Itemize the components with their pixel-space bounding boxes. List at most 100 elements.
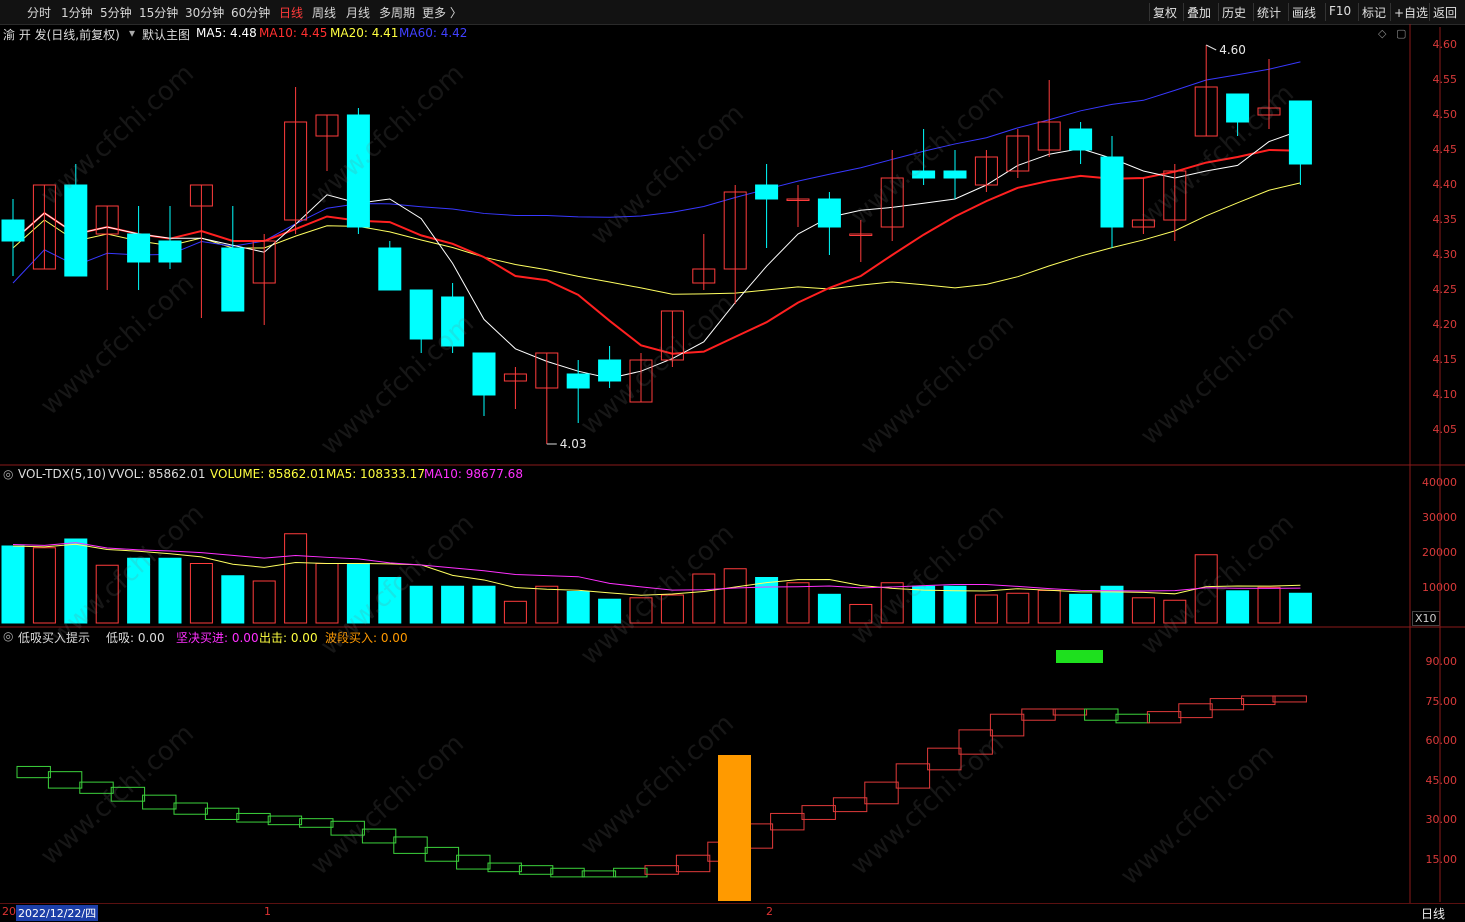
toolbar-button-7[interactable]: +自选 <box>1394 4 1428 21</box>
toolbar-button-4[interactable]: 画线 <box>1292 4 1316 21</box>
candle-body <box>409 289 433 340</box>
volume-bar <box>252 580 276 624</box>
toolbar-button-8[interactable]: 返回 <box>1433 4 1457 21</box>
volume-bar <box>284 533 308 624</box>
volume-bar <box>1069 593 1093 624</box>
candle-body <box>127 233 151 263</box>
volume-bar <box>95 564 119 624</box>
indicator-box <box>330 820 365 836</box>
candle-body <box>346 114 370 228</box>
toolbar-button-0[interactable]: 复权 <box>1153 4 1177 21</box>
volume-bar <box>315 563 339 624</box>
tab-period-10[interactable]: 更多 〉 <box>422 4 462 21</box>
indicator-box <box>1241 695 1276 706</box>
volume-bar <box>692 573 716 624</box>
candle-body <box>1 219 25 242</box>
toolbar-button-1[interactable]: 叠加 <box>1187 4 1211 21</box>
volume-bar <box>1006 592 1030 624</box>
toolbar-separator <box>1288 3 1289 21</box>
volume-bar <box>346 563 370 624</box>
toolbar-separator <box>1149 3 1150 21</box>
volume-bar <box>629 597 653 624</box>
tab-period-4[interactable]: 30分钟 <box>185 4 224 21</box>
tab-period-3[interactable]: 15分钟 <box>139 4 178 21</box>
tab-period-1[interactable]: 1分钟 <box>61 4 93 21</box>
volume-bar <box>503 600 527 624</box>
indicator-box <box>110 786 146 802</box>
indicator-box <box>1021 708 1056 721</box>
indicator-box <box>16 765 51 779</box>
indicator-box <box>644 865 679 875</box>
volume-bar <box>1257 586 1281 624</box>
volume-bar <box>660 594 684 624</box>
candle-body <box>1226 93 1250 123</box>
indicator-box <box>424 846 460 862</box>
candle-body <box>943 170 967 179</box>
chart-canvas[interactable]: 4.60 4.03 <box>0 24 1465 905</box>
indicator-box <box>1146 711 1182 724</box>
tab-period-7[interactable]: 周线 <box>312 4 336 21</box>
volume-bar <box>723 568 747 624</box>
volume-bar <box>974 594 998 624</box>
candle-body <box>64 184 88 277</box>
toolbar-button-3[interactable]: 统计 <box>1257 4 1281 21</box>
cursor-date: 2022/12/22/四 <box>16 905 99 921</box>
indicator-box <box>487 862 522 873</box>
indicator-box <box>675 854 711 873</box>
volume-bar <box>472 585 496 624</box>
toolbar-separator <box>1390 3 1391 21</box>
candle-body <box>378 247 402 291</box>
tab-period-5[interactable]: 60分钟 <box>231 4 270 21</box>
indicator-box <box>518 865 554 875</box>
toolbar-separator <box>1183 3 1184 21</box>
indicator-box <box>989 713 1025 737</box>
toolbar-button-5[interactable]: F10 <box>1329 4 1351 18</box>
indicator-box <box>1209 698 1245 711</box>
tab-period-2[interactable]: 5分钟 <box>100 4 132 21</box>
volume-bar <box>64 538 88 624</box>
volume-bar <box>943 585 967 624</box>
indicator-box <box>47 771 83 789</box>
candle-body <box>598 359 622 382</box>
indicator-box <box>550 867 585 878</box>
period-indicator[interactable]: 日线 <box>1421 905 1445 922</box>
volume-bar <box>912 585 936 624</box>
indicator-box <box>581 870 617 878</box>
volume-bar <box>441 585 465 624</box>
indicator-box <box>299 818 334 828</box>
indicator-box <box>613 867 648 878</box>
toolbar-button-2[interactable]: 历史 <box>1222 4 1246 21</box>
year-prefix: 20 <box>2 905 16 918</box>
volume-bar <box>127 557 151 624</box>
month-marker-1: 1 <box>264 905 271 918</box>
tab-period-0[interactable]: 分时 <box>27 4 51 21</box>
toolbar-button-6[interactable]: 标记 <box>1362 4 1386 21</box>
indicator-box <box>79 781 114 794</box>
indicator-box <box>173 802 208 815</box>
volume-bar <box>817 593 841 624</box>
tab-period-6[interactable]: 日线 <box>279 4 303 21</box>
candle-body <box>1288 100 1312 165</box>
candle-body <box>912 170 936 179</box>
volume-bar <box>786 582 810 624</box>
volume-bar <box>1131 597 1155 624</box>
candle-body <box>221 247 245 312</box>
indicator-box <box>142 794 177 810</box>
indicator-box <box>1178 703 1213 719</box>
toolbar-separator <box>1325 3 1326 21</box>
tab-period-9[interactable]: 多周期 <box>379 4 415 21</box>
indicator-box <box>832 797 868 813</box>
toolbar-separator <box>1218 3 1219 21</box>
candle-body <box>755 184 779 200</box>
indicator-box <box>958 729 993 755</box>
indicator-box <box>1052 708 1088 716</box>
tab-period-8[interactable]: 月线 <box>346 4 370 21</box>
volume-bar <box>409 585 433 624</box>
candle-body <box>1069 128 1093 151</box>
low-marker-label: 4.03 <box>560 437 587 451</box>
indicator-box <box>361 828 397 844</box>
candle-body <box>158 240 182 263</box>
volume-bar <box>566 591 590 624</box>
indicator-box <box>456 854 491 870</box>
indicator-box <box>927 747 962 771</box>
